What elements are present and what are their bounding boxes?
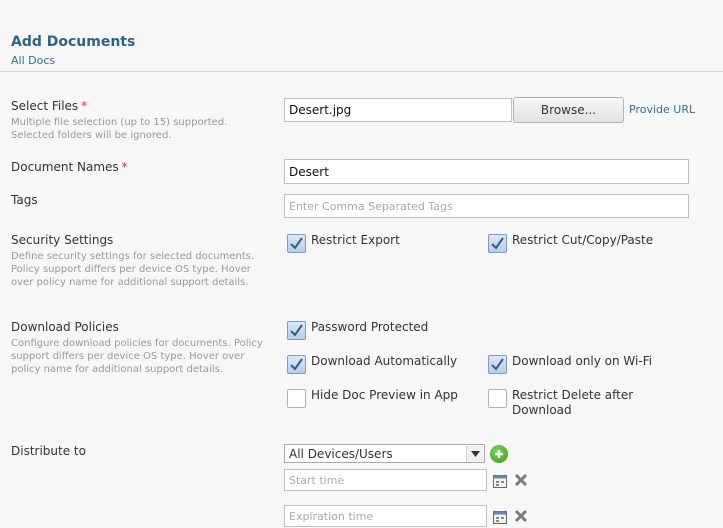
checkmark-icon [491,358,504,371]
expiration-time-placeholder: Expiration time [289,509,374,523]
tags-input[interactable]: Enter Comma Separated Tags [284,194,689,218]
hide-doc-preview-checkbox[interactable] [287,389,306,408]
start-time-input[interactable]: Start time [284,469,487,491]
hide-doc-preview-label[interactable]: Hide Doc Preview in App [311,388,458,403]
header-divider [0,71,723,72]
download-only-wifi-label[interactable]: Download only on Wi-Fi [512,354,652,369]
document-name-input[interactable]: Desert [284,159,689,184]
calendar-icon[interactable] [493,473,507,488]
tags-placeholder: Enter Comma Separated Tags [289,199,453,213]
download-only-wifi-checkbox[interactable] [488,355,507,374]
required-marker: * [81,99,88,113]
checkmark-icon [290,358,303,371]
start-time-placeholder: Start time [289,473,345,487]
document-names-label-text: Document Names [11,160,119,174]
password-protected-checkbox[interactable] [287,321,306,340]
calendar-icon[interactable] [493,509,507,524]
tags-label: Tags [11,193,38,207]
required-marker: * [121,160,128,174]
checkmark-icon [491,237,504,250]
download-policies-label: Download Policies [11,320,119,334]
security-settings-help: Define security settings for selected do… [11,251,255,288]
select-files-help: Multiple file selection (up to 15) suppo… [11,117,228,141]
selected-file-value: Desert.jpg [289,103,352,117]
breadcrumb-all-docs[interactable]: All Docs [11,54,55,67]
restrict-delete-checkbox[interactable] [488,389,507,408]
checkmark-icon [290,237,303,250]
document-names-label: Document Names * [11,160,128,174]
chevron-down-icon[interactable] [466,446,483,462]
restrict-export-checkbox[interactable] [287,234,306,253]
restrict-cut-copy-paste-label[interactable]: Restrict Cut/Copy/Paste [512,233,653,248]
select-files-label-text: Select Files [11,99,79,113]
provide-url-link[interactable]: Provide URL [629,103,695,116]
selected-file-field[interactable]: Desert.jpg [284,98,512,122]
distribute-select[interactable]: All Devices/Users [284,444,485,463]
restrict-delete-label[interactable]: Restrict Delete after Download [512,388,652,418]
checkmark-icon [290,324,303,337]
security-settings-label: Security Settings [11,233,114,247]
clear-start-time-icon[interactable] [514,472,528,487]
password-protected-label[interactable]: Password Protected [311,320,428,335]
download-policies-help: Configure download policies for document… [11,338,263,375]
add-distribution-icon[interactable] [490,445,508,463]
page-title: Add Documents [11,34,136,50]
download-automatically-label[interactable]: Download Automatically [311,354,457,369]
restrict-export-label[interactable]: Restrict Export [311,233,400,248]
download-automatically-checkbox[interactable] [287,355,306,374]
select-files-label: Select Files * [11,99,87,113]
restrict-cut-copy-paste-checkbox[interactable] [488,234,507,253]
document-name-value: Desert [289,164,329,179]
distribute-to-label: Distribute to [11,444,86,458]
expiration-time-input[interactable]: Expiration time [284,505,487,527]
browse-button[interactable]: Browse... [513,97,624,123]
distribute-selected-value: All Devices/Users [289,446,393,461]
clear-expiration-time-icon[interactable] [514,508,528,523]
